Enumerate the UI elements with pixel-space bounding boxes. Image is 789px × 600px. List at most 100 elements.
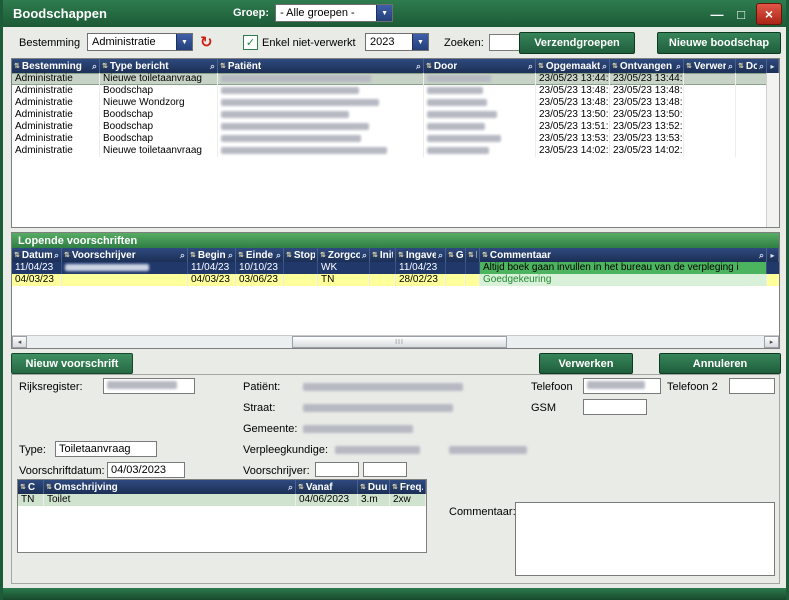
redacted-text xyxy=(221,147,387,154)
voorschriftdatum-input[interactable] xyxy=(107,462,185,478)
nieuwe-boodschap-button[interactable]: Nieuwe boodschap xyxy=(657,32,781,54)
cell-door xyxy=(424,73,536,85)
message-row[interactable]: AdministratieBoodschap23/05/23 13:50:23/… xyxy=(12,109,779,121)
scroll-right-icon[interactable]: ▸ xyxy=(767,248,779,262)
column-header-c[interactable]: ⇅C xyxy=(18,480,44,494)
gsm-input[interactable] xyxy=(583,399,647,415)
niet-verwerkt-checkbox[interactable]: ✓ xyxy=(243,35,258,50)
messages-vertical-scrollbar[interactable] xyxy=(766,73,779,227)
column-header-freq[interactable]: ⇅Freq. xyxy=(390,480,426,494)
message-row[interactable]: AdministratieBoodschap23/05/23 13:51:23/… xyxy=(12,121,779,133)
column-header-pati-nt[interactable]: ⇅Patiënt⌕ xyxy=(218,59,424,73)
search-icon[interactable]: ⌕ xyxy=(759,250,764,261)
cell-init xyxy=(370,274,396,286)
column-header-commentaar[interactable]: ⇅Commentaar⌕ xyxy=(480,248,767,262)
chevron-down-icon[interactable]: ▼ xyxy=(412,34,428,50)
scroll-right-icon[interactable]: ▸ xyxy=(764,336,779,348)
column-label: Vanaf xyxy=(306,482,333,493)
column-header-opgemaakt[interactable]: ⇅Opgemaakt⌕ xyxy=(536,59,610,73)
annuleren-button[interactable]: Annuleren xyxy=(659,353,781,374)
column-header-verwerkt[interactable]: ⇅Verwerkt⌕ xyxy=(684,59,736,73)
cell-ontvangen: 23/05/23 13:48: xyxy=(610,97,684,109)
column-header-begin[interactable]: ⇅Begin⌕ xyxy=(188,248,236,262)
column-header-zorgcode[interactable]: ⇅Zorgcode⌕ xyxy=(318,248,370,262)
redacted-text xyxy=(303,425,413,433)
verzendgroepen-button[interactable]: Verzendgroepen xyxy=(519,32,635,54)
column-header-ingave[interactable]: ⇅Ingave⌕ xyxy=(396,248,446,262)
refresh-icon[interactable]: ↻ xyxy=(200,33,213,51)
column-header-ontvangen[interactable]: ⇅Ontvangen⌕ xyxy=(610,59,684,73)
search-icon[interactable]: ⌕ xyxy=(438,250,443,261)
column-header-einde[interactable]: ⇅Einde⌕ xyxy=(236,248,284,262)
search-icon[interactable]: ⌕ xyxy=(602,61,607,72)
column-header-init[interactable]: ⇅Init xyxy=(370,248,396,262)
minimize-button[interactable]: — xyxy=(708,7,726,22)
bestemming-dropdown[interactable]: Administratie ▼ xyxy=(87,33,193,51)
voorschrift-row[interactable]: 04/03/2304/03/2303/06/23TN28/02/23Goedge… xyxy=(12,274,779,286)
type-input[interactable] xyxy=(55,441,157,457)
column-label: Datum xyxy=(22,250,52,261)
verwerken-button[interactable]: Verwerken xyxy=(539,353,633,374)
column-header-stop[interactable]: ⇅Stop xyxy=(284,248,318,262)
chevron-down-icon[interactable]: ▼ xyxy=(176,34,192,50)
chevron-down-icon[interactable]: ▼ xyxy=(376,5,392,21)
search-icon[interactable]: ⌕ xyxy=(276,250,281,261)
telefoon2-input[interactable] xyxy=(729,378,775,394)
cell-door xyxy=(424,109,536,121)
search-icon[interactable]: ⌕ xyxy=(92,61,97,72)
scroll-right-icon[interactable]: ▸ xyxy=(767,59,779,73)
cell-door2 xyxy=(736,121,767,133)
commentaar-textarea[interactable] xyxy=(515,502,775,576)
detail-row[interactable]: TNToilet04/06/20233.m2xw xyxy=(18,494,426,506)
scrollbar-track[interactable]: III xyxy=(27,336,764,348)
column-header-duur[interactable]: ⇅Duur xyxy=(358,480,390,494)
search-icon[interactable]: ⌕ xyxy=(676,61,681,72)
search-icon[interactable]: ⌕ xyxy=(180,250,185,261)
search-icon[interactable]: ⌕ xyxy=(210,61,215,72)
search-icon[interactable]: ⌕ xyxy=(416,61,421,72)
search-icon[interactable]: ⌕ xyxy=(759,61,764,72)
search-icon[interactable]: ⌕ xyxy=(228,250,233,261)
group-dropdown[interactable]: - Alle groepen - ▼ xyxy=(275,4,393,22)
message-row[interactable]: AdministratieBoodschap23/05/23 13:53:23/… xyxy=(12,133,779,145)
close-button[interactable]: × xyxy=(756,3,782,25)
column-header-door[interactable]: ⇅Door⌕ xyxy=(736,59,767,73)
column-header-bestemming[interactable]: ⇅Bestemming⌕ xyxy=(12,59,100,73)
column-header-door[interactable]: ⇅Door⌕ xyxy=(424,59,536,73)
message-row[interactable]: AdministratieBoodschap23/05/23 13:48:23/… xyxy=(12,85,779,97)
voorschrijver-input-2[interactable] xyxy=(363,462,407,477)
search-icon[interactable]: ⌕ xyxy=(54,250,59,261)
messages-table-body: ⇅Bestemming⌕⇅Type bericht⌕⇅Patiënt⌕⇅Door… xyxy=(12,59,779,157)
column-header-gv[interactable]: ⇅GV xyxy=(446,248,466,262)
column-header-datum[interactable]: ⇅Datum⌕ xyxy=(12,248,62,262)
cell-bestemming: Administratie xyxy=(12,121,100,133)
cell-verwerkt xyxy=(684,73,736,85)
column-header-vanaf[interactable]: ⇅Vanaf xyxy=(296,480,358,494)
cell-bestemming: Administratie xyxy=(12,133,100,145)
cell-ontvangen: 23/05/23 13:50: xyxy=(610,109,684,121)
column-header-type-bericht[interactable]: ⇅Type bericht⌕ xyxy=(100,59,218,73)
voorschriften-horizontal-scrollbar[interactable]: ◂ III ▸ xyxy=(12,335,779,348)
search-icon[interactable]: ⌕ xyxy=(288,482,293,493)
search-icon[interactable]: ⌕ xyxy=(362,250,367,261)
voorschrift-row[interactable]: 11/04/2311/04/2310/10/23WK11/04/23Altijd… xyxy=(12,262,779,274)
search-icon[interactable]: ⌕ xyxy=(528,61,533,72)
column-header-voorschrijver[interactable]: ⇅Voorschrijver⌕ xyxy=(62,248,188,262)
scroll-left-icon[interactable]: ◂ xyxy=(12,336,27,348)
message-row[interactable]: AdministratieNieuwe toiletaanvraag23/05/… xyxy=(12,73,779,85)
message-row[interactable]: AdministratieNieuwe Wondzorg23/05/23 13:… xyxy=(12,97,779,109)
column-header-p[interactable]: ⇅P xyxy=(466,248,480,262)
maximize-button[interactable]: □ xyxy=(732,7,750,22)
message-row[interactable]: AdministratieNieuwe toiletaanvraag23/05/… xyxy=(12,145,779,157)
voorschrijver-input-1[interactable] xyxy=(315,462,359,477)
year-dropdown[interactable]: 2023 ▼ xyxy=(365,33,429,51)
detail-table-body: ⇅C⇅Omschrijving⌕⇅Vanaf⇅Duur⇅Freq.TNToile… xyxy=(18,480,426,506)
cell-verwerkt xyxy=(684,121,736,133)
column-header-omschrijving[interactable]: ⇅Omschrijving⌕ xyxy=(44,480,296,494)
cell-patient xyxy=(218,121,424,133)
telefoon-input[interactable] xyxy=(583,378,661,394)
bestemming-value: Administratie xyxy=(92,36,176,48)
search-icon[interactable]: ⌕ xyxy=(728,61,733,72)
scrollbar-thumb[interactable]: III xyxy=(292,336,507,348)
rijksregister-input[interactable] xyxy=(103,378,195,394)
